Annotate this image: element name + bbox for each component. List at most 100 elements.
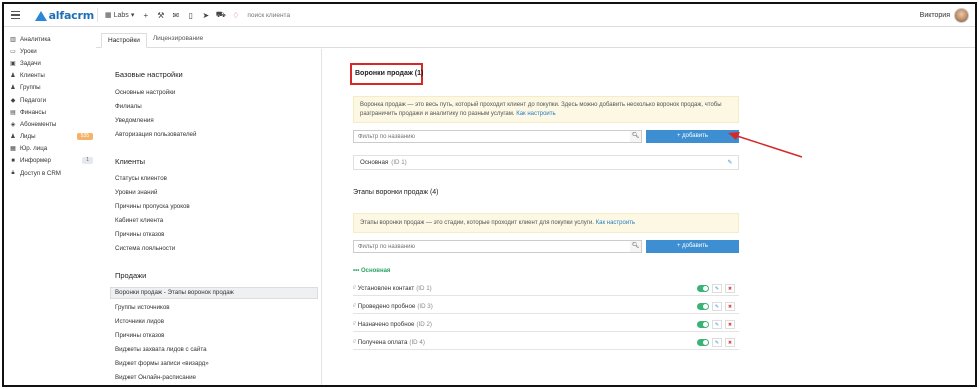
sidebar-item-informer[interactable]: ■ Информер 1 — [4, 155, 96, 167]
funnels-howto-link[interactable]: Как настроить — [516, 111, 555, 117]
search-icon[interactable]: 🔍︎ — [630, 240, 642, 253]
sidebar-item-leads[interactable]: ♟ Лиды 535 — [4, 131, 96, 143]
delete-icon[interactable]: ✖ — [725, 338, 735, 347]
stage-row[interactable]: // Установлен контакт (ID 1) ✎ ✖ — [353, 281, 739, 296]
sidebar-item-teachers[interactable]: ◆ Педагоги — [4, 94, 96, 106]
search-icon[interactable]: 🔍︎ — [630, 130, 642, 143]
bell-icon[interactable]: ♢ — [229, 9, 242, 22]
stages-howto-link[interactable]: Как настроить — [596, 220, 635, 226]
edit-icon[interactable]: ✎ — [712, 302, 722, 311]
settings-link[interactable]: Авторизация пользователей — [115, 131, 196, 138]
logo[interactable]: alfacrm — [34, 9, 94, 22]
edit-icon[interactable]: ✎ — [712, 320, 722, 329]
grid-icon: ▦ — [105, 12, 112, 19]
settings-link[interactable]: Виджет формы записи «визард» — [115, 360, 209, 367]
user-menu[interactable]: Виктория — [919, 7, 969, 23]
tab-bar: Настройки Лицензирование — [96, 28, 975, 48]
cart-icon[interactable]: ⛟ — [214, 9, 227, 22]
avatar[interactable] — [954, 7, 969, 23]
building-icon: ▦ — [10, 146, 16, 153]
stage-row[interactable]: // Получена оплата (ID 4) ✎ ✖ — [353, 335, 739, 350]
settings-link[interactable]: Виджет Онлайн-расписание — [115, 374, 196, 381]
sidebar-item-crm-access[interactable]: 🔒︎ Доступ в CRM — [4, 167, 96, 179]
user-name: Виктория — [919, 11, 950, 19]
settings-link[interactable]: Группы источников — [115, 304, 170, 311]
tab-licensing[interactable]: Лицензирование — [147, 32, 209, 47]
sidebar-item-legal-entities[interactable]: ▦ Юр. лица — [4, 143, 96, 155]
drag-handle-icon[interactable]: // — [353, 339, 356, 345]
delete-icon[interactable]: ✖ — [725, 320, 735, 329]
sidebar-item-tasks[interactable]: ▣ Задачи — [4, 57, 96, 69]
settings-link[interactable]: Виджеты захвата лидов с сайта — [115, 346, 207, 353]
stages-notice: Этапы воронки продаж — это стадии, котор… — [353, 213, 739, 233]
user-icon: ♟ — [10, 73, 16, 80]
delete-icon[interactable]: ✖ — [725, 284, 735, 293]
drag-handle-icon[interactable]: // — [353, 303, 356, 309]
app-frame: alfacrm ▦ Labs ▾ + ⚒ ✉ ▯ ➤ ⛟ ♢ Виктория … — [2, 2, 977, 387]
drag-handle-icon[interactable]: // — [353, 285, 356, 291]
stage-row[interactable]: // Проведено пробное (ID 3) ✎ ✖ — [353, 299, 739, 314]
clients-settings-title: Клиенты — [115, 157, 146, 166]
menu-icon[interactable] — [8, 7, 24, 23]
lock-icon: 🔒︎ — [11, 169, 15, 176]
settings-link[interactable]: Источники лидов — [115, 318, 164, 325]
active-toggle[interactable] — [697, 321, 709, 328]
leads-badge: 535 — [76, 133, 93, 141]
funnels-title: Воронки продаж (1) — [355, 70, 424, 77]
settings-link[interactable]: Система лояльности — [115, 245, 175, 252]
drag-handle-icon[interactable]: // — [353, 321, 356, 327]
settings-link[interactable]: Уровни знаний — [115, 189, 157, 196]
informer-badge: 1 — [82, 157, 93, 165]
annotation-arrow-icon — [728, 132, 803, 158]
tag-icon: ◈ — [10, 121, 16, 128]
labs-label: Labs — [113, 11, 129, 19]
settings-link[interactable]: Причины отказов — [115, 332, 164, 339]
funnel-row[interactable]: Основная (ID 1) ✎ — [353, 155, 739, 170]
settings-link[interactable]: Причины пропуска уроков — [115, 203, 190, 210]
user-plus-icon: ♟ — [10, 134, 16, 141]
sidebar-item-analytics[interactable]: ▥ Аналитика — [4, 33, 96, 45]
stages-title: Этапы воронки продаж (4) — [353, 189, 439, 196]
money-icon: ▤ — [10, 109, 16, 116]
chart-icon: ▥ — [10, 36, 16, 43]
settings-link[interactable]: Филиалы — [115, 103, 142, 110]
settings-link[interactable]: Статусы клиентов — [115, 175, 167, 182]
send-icon[interactable]: ➤ — [199, 9, 212, 22]
bell-icon: ■ — [11, 157, 15, 164]
edit-icon[interactable]: ✎ — [712, 338, 722, 347]
client-search-input[interactable] — [247, 11, 368, 19]
stages-filter-input[interactable] — [353, 240, 631, 253]
settings-menu: Базовые настройки Основные настройки Фил… — [96, 49, 322, 385]
sidebar-item-clients[interactable]: ♟ Клиенты — [4, 70, 96, 82]
chevron-down-icon: ▾ — [130, 12, 135, 19]
tab-settings[interactable]: Настройки — [101, 33, 147, 48]
mail-icon[interactable]: ✉ — [169, 9, 182, 22]
settings-link[interactable]: Уведомления — [115, 117, 154, 124]
delete-icon[interactable]: ✖ — [725, 302, 735, 311]
sidebar-item-subscriptions[interactable]: ◈ Абонементы — [4, 118, 96, 130]
settings-link[interactable]: Причины отказов — [115, 231, 164, 238]
graduation-icon: ◆ — [10, 97, 16, 104]
active-toggle[interactable] — [697, 339, 709, 346]
funnels-filter-input[interactable] — [353, 130, 631, 143]
settings-link-active[interactable]: Воронки продаж - Этапы воронок продаж — [110, 287, 318, 299]
stage-group-title[interactable]: ••• Основная — [353, 268, 390, 274]
wrench-icon[interactable]: ⚒ — [154, 9, 167, 22]
stage-row[interactable]: // Назначено пробное (ID 2) ✎ ✖ — [353, 317, 739, 332]
active-toggle[interactable] — [697, 285, 709, 292]
mobile-icon[interactable]: ▯ — [184, 9, 197, 22]
labs-dropdown[interactable]: ▦ Labs ▾ — [101, 11, 138, 20]
settings-link[interactable]: Основные настройки — [115, 89, 175, 96]
sidebar-item-finance[interactable]: ▤ Финансы — [4, 106, 96, 118]
sidebar: ▥ Аналитика ▭ Уроки ▣ Задачи ♟ Клиенты ♟ Груп… — [4, 28, 96, 385]
add-stage-button[interactable]: + добавить — [646, 240, 739, 253]
sidebar-item-groups[interactable]: ♟ Группы — [4, 82, 96, 94]
calendar-icon: ▭ — [10, 48, 16, 55]
plus-icon[interactable]: + — [139, 9, 152, 22]
edit-icon[interactable]: ✎ — [712, 284, 722, 293]
tasks-icon: ▣ — [10, 60, 16, 67]
sidebar-item-lessons[interactable]: ▭ Уроки — [4, 45, 96, 57]
settings-link[interactable]: Кабинет клиента — [115, 217, 163, 224]
logo-text: alfacrm — [48, 8, 95, 22]
active-toggle[interactable] — [697, 303, 709, 310]
